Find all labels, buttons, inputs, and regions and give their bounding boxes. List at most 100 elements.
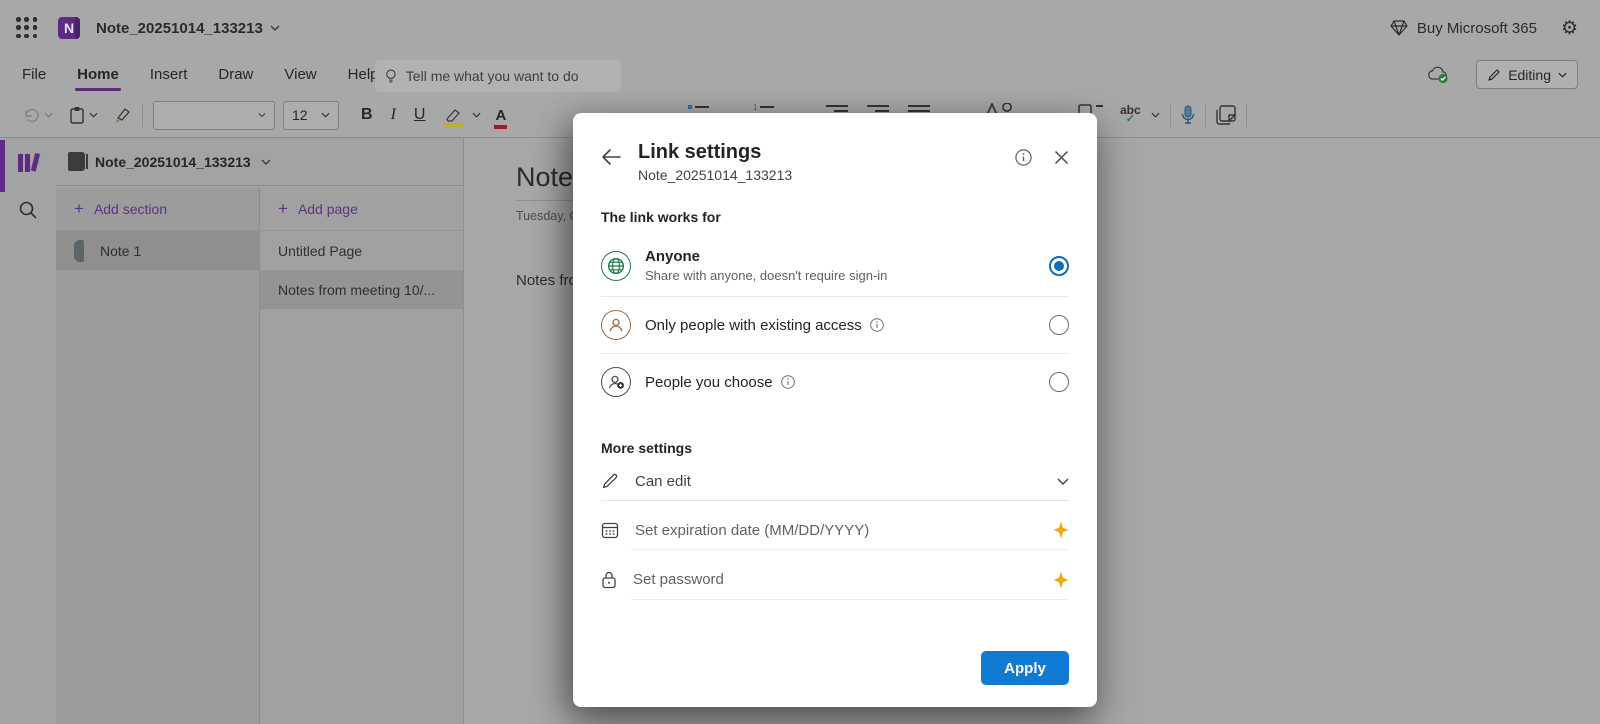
add-page-label: Add page [298,201,358,217]
menu-home[interactable]: Home [75,60,121,89]
tell-me-search-input[interactable] [406,68,611,84]
buy-label: Buy Microsoft 365 [1417,20,1537,37]
close-icon[interactable] [1054,150,1069,165]
info-icon-small[interactable] [781,375,795,389]
highlighter-icon [444,108,462,123]
add-page-button[interactable]: + Add page [260,187,463,231]
underline-button[interactable]: U [414,107,426,123]
permission-value: Can edit [635,473,1057,490]
tell-me-search-box[interactable] [375,60,621,92]
pencil-icon [601,472,619,490]
format-painter-icon [112,106,132,124]
search-icon[interactable] [18,200,38,220]
page-body-text[interactable]: Notes fro [516,272,577,289]
radio-existing-access[interactable] [1049,315,1069,335]
app-launcher-icon[interactable] [14,15,40,41]
lock-icon [601,570,617,589]
person-icon [601,310,631,340]
radio-people-you-choose[interactable] [1049,372,1069,392]
page-item-notes-from-meeting[interactable]: Notes from meeting 10/... [260,270,463,309]
notebook-name: Note_20251014_133213 [95,154,251,170]
sections-pane: + Add section Note 1 [56,187,259,724]
spellcheck-button[interactable]: abc✓ [1120,106,1160,124]
chevron-down-icon [270,25,280,31]
font-color-button[interactable]: A [495,107,506,124]
password-field[interactable] [601,570,1069,589]
premium-diamond-icon [1390,20,1408,36]
paste-button[interactable] [69,106,98,125]
page-title-text[interactable]: Note [516,162,573,193]
expiration-date-field[interactable] [601,521,1069,539]
dictate-microphone-icon[interactable] [1181,105,1195,125]
highlighter-button[interactable] [444,108,462,123]
chevron-down-icon[interactable] [472,112,481,118]
notebook-icon [68,152,85,171]
field-underline [601,500,1069,501]
title-bar: N Note_20251014_133213 Buy Microsoft 365… [0,0,1600,56]
editing-mode-button[interactable]: Editing [1476,60,1578,89]
plus-icon: + [278,200,288,217]
font-size-value: 12 [292,107,308,123]
menu-file[interactable]: File [20,60,48,89]
menu-insert[interactable]: Insert [148,60,190,89]
saved-to-cloud-icon [1426,65,1450,84]
page-label: Untitled Page [278,243,362,259]
sticky-notes-icon[interactable] [1216,105,1236,125]
chevron-down-icon [261,159,271,165]
option-anyone-description: Share with anyone, doesn't require sign-… [645,268,1049,283]
option-people-you-choose[interactable]: People you choose [601,354,1069,410]
chevron-down-icon[interactable] [44,112,53,118]
permission-dropdown[interactable]: Can edit [601,472,1069,490]
plus-icon: + [74,200,84,217]
password-input[interactable] [633,571,1053,588]
italic-button[interactable]: I [391,107,396,123]
field-underline [631,599,1069,600]
font-name-input[interactable] [162,107,252,123]
svg-text:1: 1 [753,103,758,112]
menu-draw[interactable]: Draw [216,60,255,89]
menu-bar: File Home Insert Draw View Help [0,56,1600,93]
person-add-icon [601,367,631,397]
settings-gear-icon[interactable]: ⚙ [1561,19,1578,38]
bold-button[interactable]: B [361,107,373,123]
option-existing-access[interactable]: Only people with existing access [601,297,1069,353]
onenote-logo-icon: N [58,17,80,39]
lightbulb-icon [385,68,397,85]
radio-anyone-selected[interactable] [1049,256,1069,276]
document-title[interactable]: Note_20251014_133213 [96,20,280,37]
undo-icon [22,107,40,123]
font-size-select[interactable]: 12 [283,101,339,130]
option-anyone[interactable]: Anyone Share with anyone, doesn't requir… [601,235,1069,296]
navigation-panes: Note_20251014_133213 + Add section Note … [56,138,463,724]
option-people-you-choose-label: People you choose [645,374,1049,391]
field-underline [631,549,1069,550]
format-painter-button[interactable] [112,106,132,124]
add-section-button[interactable]: + Add section [56,187,259,231]
undo-button[interactable] [22,107,53,123]
works-for-label: The link works for [601,209,1069,225]
font-name-select[interactable] [153,101,275,130]
add-section-label: Add section [94,201,167,217]
expiration-date-input[interactable] [635,522,1053,539]
menu-view[interactable]: View [282,60,318,89]
notebook-header-dropdown[interactable]: Note_20251014_133213 [56,138,463,186]
ribbon-divider [1205,103,1206,127]
left-rail [0,138,56,724]
section-item-note-1[interactable]: Note 1 [56,231,259,270]
chevron-down-icon [258,112,266,118]
chevron-down-icon[interactable] [1151,112,1160,118]
back-arrow-icon[interactable] [601,149,621,165]
dialog-header: Link settings Note_20251014_133213 [601,141,1069,183]
pages-pane: + Add page Untitled Page Notes from meet… [259,187,463,724]
info-icon[interactable] [1015,149,1032,166]
chevron-down-icon[interactable] [89,112,98,118]
premium-sparkle-icon [1053,521,1069,539]
page-item-untitled[interactable]: Untitled Page [260,231,463,270]
notebooks-library-icon[interactable] [16,150,42,176]
apply-button[interactable]: Apply [981,651,1069,685]
ribbon-divider [1246,103,1247,127]
page-label: Notes from meeting 10/... [278,282,435,298]
info-icon-small[interactable] [870,318,884,332]
buy-microsoft-365-button[interactable]: Buy Microsoft 365 [1390,20,1537,37]
dialog-subtitle: Note_20251014_133213 [638,167,792,183]
